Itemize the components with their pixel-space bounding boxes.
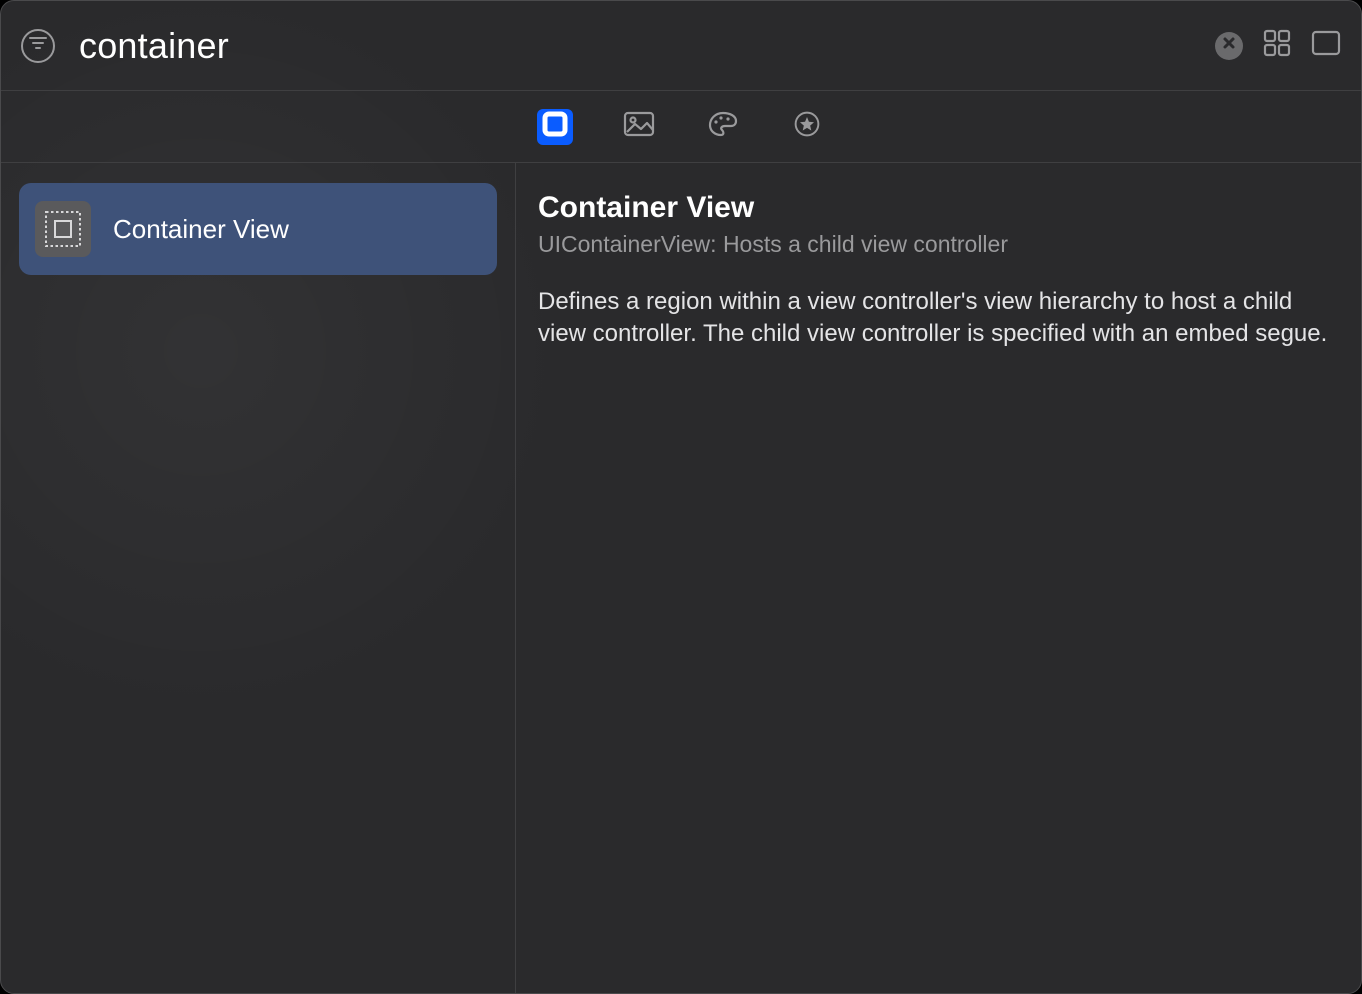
- detail-description: Defines a region within a view controlle…: [538, 286, 1331, 350]
- search-input[interactable]: [55, 25, 1215, 67]
- detail-panel: Container View UIContainerView: Hosts a …: [516, 163, 1361, 993]
- filter-button[interactable]: [21, 29, 55, 63]
- category-bar: [1, 91, 1361, 163]
- header: [1, 1, 1361, 91]
- header-actions: [1215, 29, 1341, 62]
- container-view-icon: [35, 201, 91, 257]
- list-item[interactable]: Container View: [19, 183, 497, 275]
- category-snippets[interactable]: [789, 109, 825, 145]
- close-icon: [1222, 36, 1236, 55]
- category-objects[interactable]: [537, 109, 573, 145]
- detail-panel-toggle[interactable]: [1311, 30, 1341, 61]
- panel-icon: [1311, 30, 1341, 61]
- palette-icon: [707, 110, 739, 143]
- grid-icon: [1263, 29, 1291, 62]
- clear-search-button[interactable]: [1215, 32, 1243, 60]
- detail-subtitle: UIContainerView: Hosts a child view cont…: [538, 231, 1331, 258]
- grid-view-button[interactable]: [1263, 29, 1291, 62]
- body: Container View Container View UIContaine…: [1, 163, 1361, 993]
- results-sidebar: Container View: [1, 163, 516, 993]
- objects-icon: [539, 110, 571, 143]
- object-library-window: Container View Container View UIContaine…: [0, 0, 1362, 994]
- detail-title: Container View: [538, 191, 1331, 225]
- image-icon: [623, 110, 655, 143]
- category-color[interactable]: [705, 109, 741, 145]
- star-icon: [791, 110, 823, 143]
- list-item-label: Container View: [113, 214, 289, 245]
- filter-icon: [29, 36, 47, 55]
- category-media[interactable]: [621, 109, 657, 145]
